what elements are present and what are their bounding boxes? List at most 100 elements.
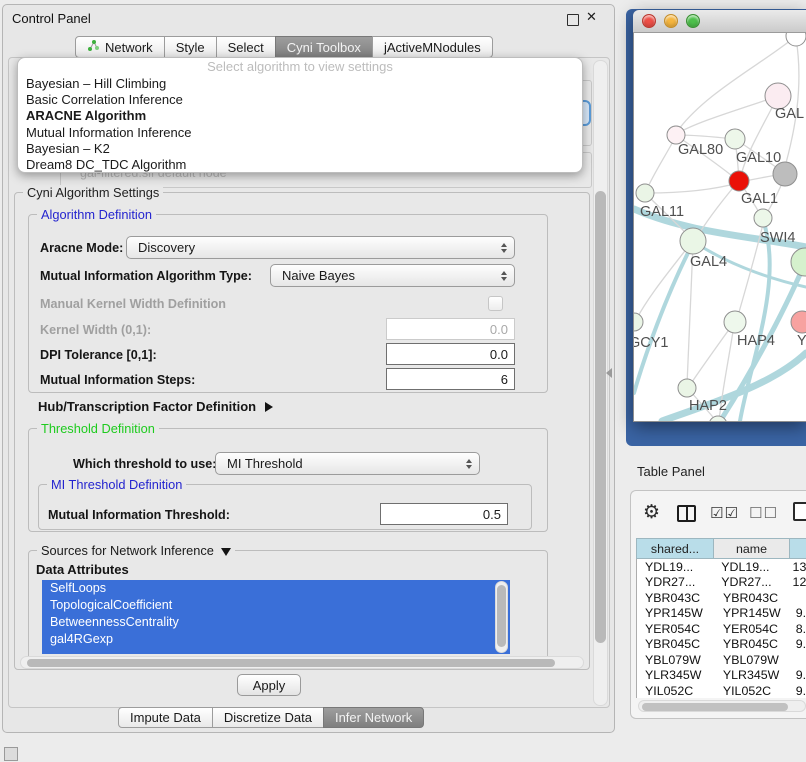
data-attribute-item[interactable]: gal4RGexp: [42, 631, 510, 648]
close-icon[interactable]: ✕: [586, 10, 597, 25]
table-row[interactable]: YIL052CYIL052C9.: [637, 683, 806, 698]
network-node-label: GAL: [775, 106, 804, 122]
table-cell: 12: [787, 575, 806, 589]
apply-button[interactable]: Apply: [237, 674, 301, 696]
float-window-icon[interactable]: [567, 14, 579, 26]
network-node-label: SWI4: [760, 230, 795, 246]
which-threshold-combo[interactable]: MI Threshold: [215, 452, 480, 475]
algorithm-menu-item[interactable]: Bayesian – K2: [18, 141, 582, 157]
data-attribute-item[interactable]: BetweennessCentrality: [42, 614, 510, 631]
mi-threshold-field[interactable]: 0.5: [380, 503, 508, 525]
network-node-label: HAP2: [689, 398, 727, 414]
mi-threshold-label: Mutual Information Threshold:: [48, 508, 230, 522]
network-window-titlebar[interactable]: [633, 10, 806, 33]
mi-type-combo[interactable]: Naive Bayes: [270, 264, 515, 287]
network-node-hap4[interactable]: [724, 311, 746, 333]
manual-kernel-checkbox[interactable]: [488, 296, 503, 311]
minimize-traffic-light-icon[interactable]: [664, 14, 678, 28]
table-cell: YBL079W: [637, 653, 714, 667]
network-node-hap2[interactable]: [678, 379, 696, 397]
table-row[interactable]: YBR045CYBR045C9.: [637, 637, 806, 653]
table-cell: YPR145W: [714, 606, 790, 620]
gear-icon[interactable]: ⚙: [643, 501, 660, 523]
tab-select[interactable]: Select: [216, 36, 276, 58]
document-icon[interactable]: [793, 502, 806, 521]
select-all-checkboxes-icon[interactable]: ☑☑: [710, 504, 739, 522]
network-canvas[interactable]: GALGAL80GAL10GAL1GAL11SWI4GAL4GCY1HAP4YH…: [634, 33, 806, 421]
table-row[interactable]: YBR043CYBR043C: [637, 590, 806, 606]
table-cell: 9.: [790, 637, 806, 651]
algorithm-definition-title: Algorithm Definition: [37, 207, 156, 222]
tab-impute-data[interactable]: Impute Data: [118, 707, 213, 728]
algorithm-menu-item[interactable]: Dream8 DC_TDC Algorithm: [18, 157, 582, 173]
settings-vertical-scrollbar[interactable]: [593, 60, 608, 706]
expand-right-icon: [265, 402, 273, 412]
network-node-y[interactable]: [791, 311, 806, 333]
data-attribute-item[interactable]: TopologicalCoefficient: [42, 597, 510, 614]
table-cell: YIL052C: [714, 684, 790, 698]
tab-infer-network[interactable]: Infer Network: [323, 707, 424, 728]
attributes-list-scrollbar[interactable]: [495, 581, 508, 653]
column-header-partial[interactable]: [789, 538, 806, 559]
cyni-bottom-tabbar: Impute Data Discretize Data Infer Networ…: [118, 707, 424, 728]
hub-factor-section-toggle[interactable]: Hub/Transcription Factor Definition: [38, 399, 273, 414]
close-traffic-light-icon[interactable]: [642, 14, 656, 28]
network-node-label: GAL4: [690, 254, 727, 270]
data-attributes-list[interactable]: SelfLoopsTopologicalCoefficientBetweenne…: [42, 580, 510, 654]
data-attribute-item[interactable]: SelfLoops: [42, 580, 510, 597]
network-node-gal10[interactable]: [725, 129, 745, 149]
table-horizontal-scrollbar[interactable]: [638, 700, 806, 712]
settings-horizontal-scrollbar[interactable]: [20, 656, 584, 669]
deselect-all-checkboxes-icon[interactable]: ☐☐: [749, 504, 778, 522]
network-node-label: HAP4: [737, 333, 775, 349]
collapsed-panel-icon[interactable]: [4, 747, 18, 761]
network-node[interactable]: [791, 248, 806, 276]
algorithm-menu-item[interactable]: Bayesian – Hill Climbing: [18, 76, 582, 92]
network-node-gal1[interactable]: [729, 171, 749, 191]
combo-stepper-icon: [501, 243, 507, 253]
mi-steps-field[interactable]: 6: [386, 368, 515, 390]
table-row[interactable]: YDR27...YDR27...12: [637, 575, 806, 591]
network-node-gal11[interactable]: [636, 184, 654, 202]
column-header-shared-name[interactable]: shared...: [636, 538, 714, 559]
network-node-gcy1[interactable]: [634, 313, 643, 331]
table-row[interactable]: YDL19...YDL19...13: [637, 559, 806, 575]
algorithm-menu-item[interactable]: ARACNE Algorithm: [18, 108, 582, 124]
table-panel-title: Table Panel: [637, 464, 705, 479]
kernel-width-field[interactable]: 0.0: [386, 318, 515, 340]
algorithm-menu-item[interactable]: Basic Correlation Inference: [18, 92, 582, 108]
network-node[interactable]: [786, 33, 806, 46]
algorithm-menu-item[interactable]: Mutual Information Inference: [18, 125, 582, 141]
tab-jactivemnodules[interactable]: jActiveMNodules: [372, 36, 493, 58]
tab-discretize-data[interactable]: Discretize Data: [212, 707, 324, 728]
screen: Control Panel ✕ Network Style Select Cyn…: [0, 0, 806, 762]
table-cell: YLR345W: [714, 668, 790, 682]
tab-style[interactable]: Style: [164, 36, 217, 58]
split-view-icon[interactable]: [677, 505, 696, 522]
table-row[interactable]: YLR345WYLR345W9.: [637, 668, 806, 684]
table-row[interactable]: YPR145WYPR145W9.: [637, 606, 806, 622]
dpi-tolerance-field[interactable]: 0.0: [386, 343, 515, 365]
table-cell: YIL052C: [637, 684, 714, 698]
table-cell: YDL19...: [637, 560, 712, 574]
network-node-gal4[interactable]: [680, 228, 706, 254]
zoom-traffic-light-icon[interactable]: [686, 14, 700, 28]
table-cell: YER054C: [637, 622, 714, 636]
panel-splitter-collapse-icon[interactable]: [606, 368, 612, 378]
table-cell: YBR043C: [637, 591, 714, 605]
kernel-width-label: Kernel Width (0,1):: [40, 323, 151, 337]
aracne-mode-combo[interactable]: Discovery: [126, 236, 515, 259]
tab-cyni-toolbox[interactable]: Cyni Toolbox: [275, 36, 373, 58]
sources-group-title[interactable]: Sources for Network Inference: [37, 543, 235, 558]
table-row[interactable]: YBL079WYBL079W: [637, 652, 806, 668]
network-node-swi4[interactable]: [754, 209, 772, 227]
table-row[interactable]: YER054CYER054C8.: [637, 621, 806, 637]
dpi-tolerance-label: DPI Tolerance [0,1]:: [40, 348, 157, 362]
settings-vertical-scrollbar-thumb[interactable]: [595, 191, 606, 643]
table-cell: YBR043C: [714, 591, 790, 605]
tab-network[interactable]: Network: [75, 36, 165, 58]
mi-type-label: Mutual Information Algorithm Type:: [40, 269, 252, 283]
column-header-name[interactable]: name: [713, 538, 790, 559]
network-node[interactable]: [773, 162, 797, 186]
which-threshold-label: Which threshold to use:: [73, 457, 216, 471]
